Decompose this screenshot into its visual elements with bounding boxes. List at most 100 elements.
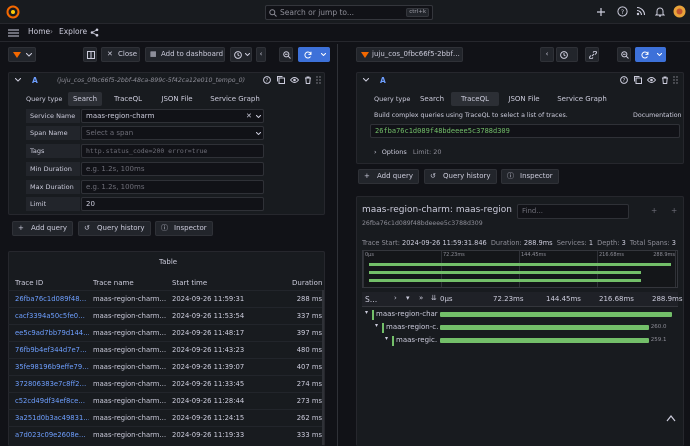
menu-icon[interactable]: [8, 29, 19, 37]
limit-input[interactable]: 20: [81, 197, 264, 211]
table-row[interactable]: c52cd49df34ef8ce… maas-region-charm… 2024-…: [8, 392, 324, 408]
options-toggle[interactable]: › Options Limit: 20: [374, 148, 442, 156]
tab-search[interactable]: Search: [68, 92, 102, 106]
share-icon[interactable]: [90, 28, 99, 37]
right-run-query-button[interactable]: [635, 47, 666, 62]
trace-id-link[interactable]: 372806383e7c8ff2…: [15, 376, 89, 392]
rss-icon[interactable]: [636, 6, 646, 16]
max-duration-input[interactable]: e.g. 1.2s, 100ms: [81, 180, 264, 194]
add-query-button[interactable]: + Add query: [12, 221, 73, 236]
trace-id-link[interactable]: 76fb9b4ef344d7e7…: [15, 342, 89, 358]
trace-find-input[interactable]: Find...: [517, 204, 629, 219]
right-time-picker-button[interactable]: [556, 47, 578, 62]
tab-service-graph[interactable]: Service Graph: [202, 92, 268, 106]
pane-divider[interactable]: [337, 44, 338, 446]
search-input[interactable]: Search or jump to... ctrl+k: [265, 5, 433, 20]
add-to-dashboard-button[interactable]: ▦ Add to dashboard: [145, 47, 225, 62]
tab-search[interactable]: Search: [415, 92, 449, 106]
span-row[interactable]: ▾ maas-regic… 259.1: [362, 335, 678, 347]
span-toggle-icon[interactable]: ▾: [365, 309, 368, 316]
table-row[interactable]: 76fb9b4ef344d7e7… maas-region-charm… 2024-…: [8, 341, 324, 357]
collapse-all-icon[interactable]: »: [419, 294, 423, 302]
table-row[interactable]: a7d023c09e2608e… maas-region-charm… 2024-0…: [8, 426, 324, 442]
table-scrollbar[interactable]: [322, 290, 324, 445]
help-icon[interactable]: ?: [263, 76, 271, 84]
clear-icon[interactable]: ✕: [246, 110, 252, 122]
copy-icon[interactable]: [634, 76, 642, 84]
tab-json-file[interactable]: JSON File: [501, 92, 547, 106]
table-row[interactable]: cacf3394a50c5fe0… maas-region-charm… 2024-…: [8, 307, 324, 323]
table-row[interactable]: 35fe98196b9effe79… maas-region-charm… 2024…: [8, 358, 324, 374]
right-zoom-out-button[interactable]: [617, 47, 631, 62]
trace-id-link[interactable]: 3a251d0b3ac49831…: [15, 410, 89, 426]
right-inspector-button[interactable]: ⓘ Inspector: [501, 169, 559, 184]
trace-id-link[interactable]: cacf3394a50c5fe0…: [15, 308, 89, 324]
tab-service-graph[interactable]: Service Graph: [549, 92, 615, 106]
tab-traceql[interactable]: TraceQL: [451, 92, 499, 106]
trash-icon[interactable]: [304, 76, 312, 84]
span-name-select[interactable]: Select a span: [81, 126, 264, 140]
span-name[interactable]: maas-region-charm: [376, 310, 438, 318]
span-toggle-icon[interactable]: ▾: [385, 335, 388, 342]
expand-all-icon[interactable]: ⇊: [431, 294, 437, 302]
right-query-history-button[interactable]: ↺ Query history: [424, 169, 497, 184]
help-icon[interactable]: ?: [617, 6, 628, 17]
chevron-down-icon[interactable]: [15, 78, 21, 82]
table-row[interactable]: ee5c9ad7bb79d144… maas-region-charm… 2024-…: [8, 324, 324, 340]
grafana-logo-icon[interactable]: [6, 5, 20, 19]
service-name-select[interactable]: maas-region-charm ✕: [81, 109, 264, 123]
documentation-link[interactable]: Documentation: [633, 112, 682, 119]
span-toggle-icon[interactable]: ▾: [375, 322, 378, 329]
trace-id-link[interactable]: ee5c9ad7bb79d144…: [15, 325, 89, 341]
avatar[interactable]: [673, 5, 686, 18]
span-name[interactable]: maas-region-c…: [386, 323, 438, 331]
tab-traceql[interactable]: TraceQL: [104, 92, 152, 106]
trace-id-link[interactable]: c52cd49df34ef8ce…: [15, 393, 89, 409]
breadcrumb-home[interactable]: Home: [28, 27, 50, 36]
zoom-out-button[interactable]: [279, 47, 293, 62]
run-query-button[interactable]: [298, 47, 330, 62]
tags-input[interactable]: http.status_code=200 error=true: [81, 144, 264, 158]
trash-icon[interactable]: [661, 76, 669, 84]
chevron-down-icon[interactable]: [363, 78, 369, 82]
span-name[interactable]: maas-regic…: [396, 336, 438, 344]
inspector-button[interactable]: ⓘ Inspector: [155, 221, 213, 236]
close-button[interactable]: ✕ Close: [101, 47, 140, 62]
prev-match-icon[interactable]: +: [651, 206, 657, 215]
datasource-picker-right[interactable]: juju_cos_0fbc66f5-2bbf…: [356, 47, 463, 62]
bell-icon[interactable]: [655, 6, 665, 17]
trace-id-link[interactable]: a7d023c09e2608e…: [15, 427, 89, 443]
plus-icon[interactable]: [596, 7, 606, 17]
table-row[interactable]: 3a251d0b3ac49831… maas-region-charm… 2024-…: [8, 409, 324, 425]
drag-handle-icon[interactable]: [673, 76, 678, 84]
collapse-one-icon[interactable]: ›: [394, 294, 397, 302]
span-row[interactable]: ▾ maas-region-c… 260.0: [362, 322, 678, 334]
span-bar[interactable]: [440, 338, 649, 343]
table-row[interactable]: 26fba76c1d089f48… maas-region-charm… 2024-…: [8, 290, 324, 306]
column-header-duration[interactable]: Duration: [292, 276, 322, 290]
link-button[interactable]: [585, 47, 599, 62]
drag-handle-icon[interactable]: [316, 76, 321, 84]
expand-one-icon[interactable]: ▾: [406, 294, 410, 302]
right-nav-back-button[interactable]: ‹: [540, 47, 554, 62]
column-header-trace-name[interactable]: Trace name: [93, 276, 134, 290]
time-back-button[interactable]: ‹: [256, 47, 266, 62]
column-header-start-time[interactable]: Start time: [172, 276, 207, 290]
span-row[interactable]: ▾ maas-region-charm: [362, 309, 678, 321]
next-match-icon[interactable]: +: [671, 206, 677, 215]
traceql-query-input[interactable]: 26fba76c1d089f48bdeeee5c3788d309: [370, 124, 680, 138]
datasource-picker-left[interactable]: [8, 47, 36, 62]
eye-icon[interactable]: [647, 76, 656, 84]
split-view-button[interactable]: [83, 47, 97, 62]
eye-icon[interactable]: [290, 76, 299, 84]
trace-id-link[interactable]: 35fe98196b9effe79…: [15, 359, 89, 375]
time-picker-button[interactable]: [230, 47, 252, 62]
min-duration-input[interactable]: e.g. 1.2s, 100ms: [81, 162, 264, 176]
column-header-trace-id[interactable]: Trace ID: [15, 276, 43, 290]
tab-json-file[interactable]: JSON File: [154, 92, 200, 106]
span-bar[interactable]: [440, 312, 672, 317]
query-history-button[interactable]: ↺ Query history: [78, 221, 151, 236]
service-column-header[interactable]: S…: [365, 295, 377, 304]
right-add-query-button[interactable]: + Add query: [358, 169, 419, 184]
scroll-to-top-icon[interactable]: [666, 414, 676, 422]
